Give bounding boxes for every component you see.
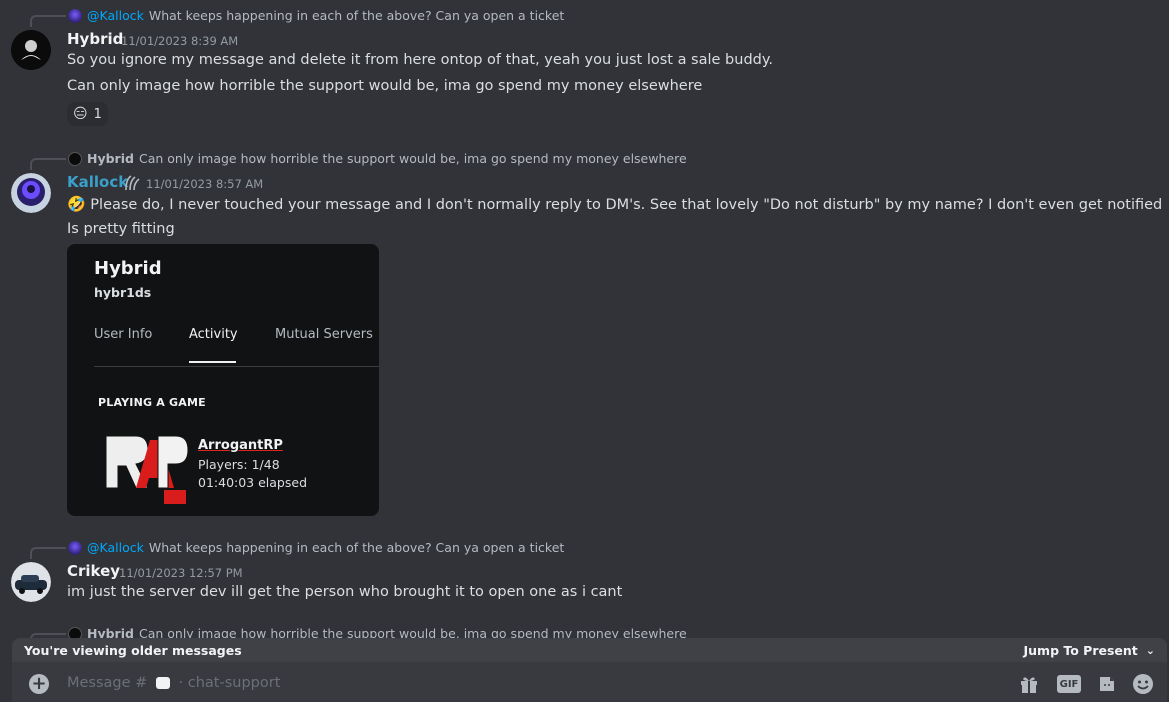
reply-connector	[30, 547, 66, 559]
reply-preview[interactable]: @Kallock What keeps happening in each of…	[68, 540, 564, 555]
message-text: Can only image how horrible the support …	[67, 78, 703, 94]
expressionless-emoji-icon: 😑	[73, 106, 88, 122]
message-text-row: 🤣 Please do, I never touched your messag…	[67, 195, 1162, 213]
avatar[interactable]	[11, 30, 51, 70]
gif-label: GIF	[1059, 678, 1079, 690]
older-messages-bar: You're viewing older messages Jump To Pr…	[12, 638, 1167, 662]
profile-card-image[interactable]: Hybrid hybr1ds User Info Activity Mutual…	[67, 244, 379, 516]
tab-activity: Activity	[189, 327, 238, 342]
older-messages-text: You're viewing older messages	[24, 642, 242, 658]
profile-name: Hybrid	[94, 258, 162, 279]
game-name: ArrogantRP	[198, 438, 283, 453]
jump-to-present-label: Jump To Present	[1023, 642, 1138, 658]
sticker-icon[interactable]	[1096, 674, 1118, 694]
reply-connector	[30, 158, 66, 170]
channel-icon	[155, 677, 170, 689]
reply-connector	[30, 15, 66, 27]
hybrid-avatar-icon	[11, 30, 51, 70]
rofl-emoji-icon: 🤣	[67, 195, 86, 213]
message-text: Please do, I never touched your message …	[90, 197, 1163, 213]
game-players: Players: 1/48	[198, 457, 280, 472]
reaction-count: 1	[93, 106, 102, 122]
reply-text: What keeps happening in each of the abov…	[148, 540, 565, 555]
tab-user-info: User Info	[94, 327, 153, 342]
reply-mention[interactable]: @Kallock	[87, 540, 144, 555]
avatar[interactable]	[11, 562, 51, 602]
active-tab-indicator	[189, 361, 236, 363]
message-composer[interactable]: + Message # · chat-support GIF	[12, 662, 1167, 702]
reply-text: What keeps happening in each of the abov…	[148, 8, 565, 23]
game-elapsed: 01:40:03 elapsed	[198, 475, 308, 490]
reaction[interactable]: 😑 1	[67, 102, 108, 126]
hybrid-mini-avatar	[68, 151, 82, 166]
message-input[interactable]: Message # · chat-support	[67, 675, 280, 691]
author-name[interactable]: Crikey	[67, 562, 120, 580]
reply-preview[interactable]: Hybrid Can only image how horrible the s…	[68, 151, 687, 166]
activity-section-label: PLAYING A GAME	[98, 396, 206, 409]
timestamp: 11/01/2023 8:57 AM	[146, 177, 264, 191]
gif-icon[interactable]: GIF	[1057, 675, 1081, 693]
crikey-avatar-icon	[11, 562, 51, 602]
add-attachment-icon[interactable]: +	[29, 674, 49, 694]
role-badge-icon	[125, 175, 140, 191]
jump-to-present-button[interactable]: Jump To Present ⌄	[1024, 643, 1156, 658]
gift-icon[interactable]	[1018, 674, 1040, 694]
kallock-mini-avatar	[68, 8, 82, 23]
chevron-down-icon: ⌄	[1145, 643, 1155, 657]
kallock-avatar-icon	[11, 173, 51, 213]
game-logo	[102, 430, 192, 506]
message-text: Is pretty fitting	[67, 221, 175, 237]
timestamp: 11/01/2023 8:39 AM	[121, 34, 239, 48]
profile-handle: hybr1ds	[94, 285, 152, 300]
emoji-icon[interactable]	[1132, 674, 1154, 694]
message-text: im just the server dev ill get the perso…	[67, 584, 623, 600]
author-name[interactable]: Kallock	[67, 173, 128, 191]
tab-mutual-servers: Mutual Servers	[275, 327, 373, 342]
avatar[interactable]	[11, 173, 51, 213]
timestamp: 11/01/2023 12:57 PM	[119, 566, 243, 580]
reply-preview[interactable]: @Kallock What keeps happening in each of…	[68, 8, 564, 23]
placeholder-prefix: Message #	[67, 675, 148, 691]
kallock-mini-avatar	[68, 540, 82, 555]
reply-mention[interactable]: @Kallock	[87, 8, 144, 23]
message-text: So you ignore my message and delete it f…	[67, 52, 773, 68]
placeholder-channel: · chat-support	[178, 675, 281, 691]
divider	[94, 366, 379, 367]
reply-text: Can only image how horrible the support …	[138, 151, 687, 166]
author-name[interactable]: Hybrid	[67, 30, 123, 48]
reply-author[interactable]: Hybrid	[87, 151, 134, 166]
